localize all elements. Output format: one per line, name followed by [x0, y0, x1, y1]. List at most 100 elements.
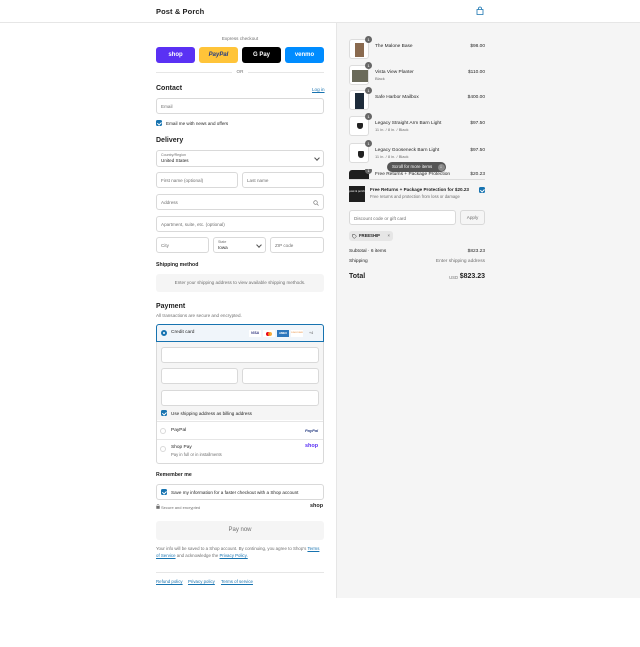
shoppay-option-label[interactable]: Shop Pay	[171, 445, 192, 450]
news-checkbox-label: Email me with news and offers	[166, 120, 229, 126]
cart-item: 1 Legacy Gooseneck Barn Light 11 in. / 8…	[349, 140, 485, 163]
item-price: $400.00	[467, 95, 485, 100]
pay-now-button[interactable]: Pay now	[156, 521, 324, 540]
total-value: $823.23	[459, 273, 485, 280]
divider	[156, 572, 324, 573]
last-name-placeholder: Last name	[247, 178, 269, 183]
remember-me-checkbox[interactable]	[161, 489, 167, 495]
shop-privacy-link[interactable]: Privacy Policy.	[220, 553, 248, 558]
header: Post & Porch	[0, 0, 640, 23]
express-checkout-title: Express checkout	[221, 36, 259, 41]
shop-pay-button[interactable]: shop	[156, 47, 195, 63]
email-placeholder: Email	[161, 104, 173, 109]
subtotal-label: Subtotal · 6 items	[349, 249, 387, 254]
google-pay-button[interactable]: G Pay	[242, 47, 281, 63]
store-logo[interactable]: Post & Porch	[156, 7, 204, 16]
quantity-badge: 1	[365, 87, 372, 94]
apply-discount-button[interactable]: Apply	[460, 210, 485, 225]
divider	[157, 421, 323, 422]
state-value: Iowa	[218, 245, 228, 250]
state-label: State	[218, 240, 227, 244]
address-field[interactable]: Address	[156, 194, 324, 210]
shop-logo: shop	[310, 503, 324, 509]
country-label: Country/Region	[161, 153, 186, 157]
tag-icon	[352, 233, 357, 239]
discount-placeholder: Discount code or gift card	[354, 215, 407, 221]
search-icon	[313, 200, 319, 206]
item-price: $110.00	[468, 70, 485, 75]
shipping-method-message: Enter your shipping address to view avai…	[156, 274, 324, 292]
login-link[interactable]: Log in	[312, 87, 325, 92]
refund-policy-link[interactable]: Refund policy	[156, 579, 183, 584]
cart-item: 1 The Malone Base $98.00	[349, 36, 485, 59]
item-price: $97.50	[470, 121, 485, 126]
shoppay-option-sub: Pay in full or in installments	[171, 452, 222, 457]
shoppay-logo: shop	[305, 443, 319, 449]
radio-selected[interactable]	[161, 330, 167, 336]
protection-title: Free Returns + Package Protection for $2…	[370, 187, 469, 192]
billing-checkbox[interactable]	[161, 410, 167, 416]
more-cards-label: +4	[309, 331, 314, 335]
discount-code-label: FREESHIP	[359, 233, 380, 238]
remove-discount-icon[interactable]: ×	[388, 231, 390, 241]
remember-me-heading: Remember me	[156, 472, 192, 478]
credit-card-label: Credit card	[171, 330, 195, 335]
protection-checkbox[interactable]	[479, 187, 485, 193]
shopping-bag-icon[interactable]	[475, 6, 485, 16]
currency-code: USD	[449, 275, 458, 280]
cart-item: 1 Vista View Planter Black $110.00	[349, 62, 485, 85]
scroll-for-more-button[interactable]: Scroll for more items ↓	[387, 162, 446, 172]
remember-me-box[interactable]: Save my information for a faster checkou…	[156, 484, 324, 500]
shipping-label: Shipping	[349, 259, 368, 264]
zip-placeholder: ZIP code	[275, 243, 294, 248]
item-name: Safe Harbor Mailbox	[375, 95, 419, 100]
payment-heading: Payment	[156, 303, 186, 310]
credit-card-option[interactable]: Credit card VISA AMEX DISCOVER +4	[156, 324, 324, 342]
city-field[interactable]: City	[156, 237, 209, 253]
expiration-field[interactable]	[161, 368, 238, 384]
chevron-down-icon	[314, 155, 320, 161]
discount-tag: FREESHIP ×	[349, 231, 393, 241]
contact-heading: Contact	[156, 85, 183, 92]
terms-of-service-link[interactable]: Terms of service	[221, 579, 253, 584]
privacy-policy-link[interactable]: Privacy policy	[188, 579, 215, 584]
paypal-button[interactable]: PayPal	[199, 47, 238, 63]
country-select[interactable]: Country/Region United States	[156, 150, 324, 167]
state-select[interactable]: State Iowa	[213, 237, 266, 253]
security-code-field[interactable]	[242, 368, 319, 384]
news-checkbox[interactable]	[156, 120, 162, 126]
mastercard-icon	[263, 330, 275, 337]
last-name-field[interactable]: Last name	[242, 172, 324, 188]
card-number-field[interactable]	[161, 347, 319, 363]
first-name-field[interactable]: First name (optional)	[156, 172, 238, 188]
item-name: Vista View Planter	[375, 70, 414, 75]
total-row: Total USD $823.23	[349, 273, 485, 280]
venmo-button[interactable]: venmo	[285, 47, 324, 63]
shipping-method-heading: Shipping method	[156, 262, 199, 268]
or-divider-label: OR	[232, 69, 248, 74]
email-field[interactable]: Email	[156, 98, 324, 114]
discover-icon: DISCOVER	[291, 330, 303, 337]
country-value: United States	[161, 158, 189, 163]
chevron-down-icon	[256, 242, 262, 248]
city-placeholder: City	[161, 243, 169, 248]
disclaimer-and: and acknowledge the	[176, 553, 219, 559]
scroll-hint-label: Scroll for more items	[392, 164, 433, 169]
paypal-radio[interactable]	[160, 428, 166, 434]
divider	[157, 439, 323, 440]
item-price: $98.00	[470, 44, 485, 49]
name-on-card-field[interactable]	[161, 390, 319, 406]
lock-icon	[156, 504, 160, 509]
paypal-option-label[interactable]: PayPal	[171, 428, 186, 433]
quantity-badge: 1	[365, 36, 372, 43]
cart-item: 1 Safe Harbor Mailbox $400.00	[349, 87, 485, 110]
protection-subtitle: Free returns and protection from loss or…	[370, 194, 460, 199]
apartment-field[interactable]: Apartment, suite, etc. (optional)	[156, 216, 324, 232]
shoppay-radio[interactable]	[160, 446, 166, 452]
quantity-badge: 1	[365, 169, 372, 174]
billing-checkbox-label: Use shipping address as billing address	[171, 410, 252, 416]
address-placeholder: Address	[161, 200, 178, 205]
quantity-badge: 1	[365, 113, 372, 120]
zip-field[interactable]: ZIP code	[270, 237, 324, 253]
discount-code-field[interactable]: Discount code or gift card	[349, 210, 456, 225]
